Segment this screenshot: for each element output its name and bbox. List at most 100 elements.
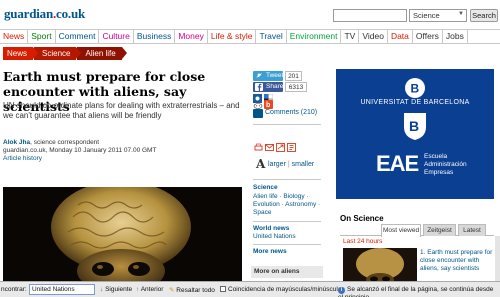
most-viewed-thumbnail[interactable] (343, 248, 417, 282)
breadcrumb-science[interactable]: Science (34, 47, 83, 60)
text-size-separator: | (287, 161, 290, 168)
reddit-icon[interactable] (253, 100, 263, 109)
svg-text:B: B (409, 118, 419, 134)
divider (253, 179, 321, 180)
logo-tld: co.uk (56, 6, 86, 21)
search-button[interactable]: Search (470, 9, 498, 22)
university-crest-icon: B (404, 113, 426, 140)
nav-item-sport[interactable]: Sport (28, 30, 56, 43)
logo-main: guardian (4, 6, 53, 21)
share-icon[interactable] (276, 143, 285, 152)
find-input[interactable]: United Nations (29, 284, 95, 295)
text-larger-link[interactable]: larger (268, 161, 286, 168)
nav-item-business[interactable]: Business (134, 30, 176, 43)
ad-university-name: UNIVERSITAT DE BARCELONA (360, 99, 470, 106)
article-history-link[interactable]: Article history (3, 155, 243, 163)
ad-logo-sub-line: Escuela (424, 153, 448, 160)
ad-logo-subtitle: Escuela Administración Empresas (424, 153, 467, 177)
nav-item-offers[interactable]: Offers (413, 30, 443, 43)
info-icon: i (338, 287, 345, 294)
svg-text:B: B (411, 82, 420, 96)
period-label: Last 24 hours (343, 238, 383, 245)
nav-item-jobs[interactable]: Jobs (443, 30, 468, 43)
email-icon[interactable] (265, 143, 274, 152)
most-viewed-title[interactable]: Earth must prepare for close encounter w… (420, 249, 492, 272)
article-main-image (3, 187, 242, 282)
facebook-icon (255, 83, 263, 91)
science-section-link[interactable]: Science (253, 184, 278, 191)
breadcrumb-alien-life[interactable]: Alien life (77, 47, 128, 60)
on-science-heading: On Science (340, 214, 384, 223)
svg-text:b: b (266, 102, 270, 109)
tab-most-viewed[interactable]: Most viewed (381, 224, 421, 237)
text-smaller-link[interactable]: smaller (292, 161, 315, 168)
most-viewed-rank: 1. (420, 249, 426, 256)
twitter-bird-icon (256, 73, 262, 78)
nav-item-culture[interactable]: Culture (99, 30, 134, 43)
find-previous-label: Anterior (140, 286, 164, 293)
nav-item-environment[interactable]: Environment (287, 30, 342, 43)
ad-logo-sub-line: Empresas (424, 169, 454, 176)
ad-logo-text: EAE (376, 151, 419, 176)
facebook-share-count: 6313 (285, 82, 307, 92)
match-case-label: Coincidencia de mayúsculas/minúsculas (228, 286, 345, 293)
divider (253, 244, 321, 245)
tab-latest[interactable]: Latest (458, 224, 486, 236)
alien-illustration (3, 187, 242, 282)
search-input[interactable] (333, 9, 407, 22)
article-standfirst: UN should co-ordinate plans for dealing … (3, 101, 240, 120)
find-label: ncontrar: (1, 286, 27, 293)
nav-item-life-style[interactable]: Life & style (208, 30, 257, 43)
search-scope-select[interactable]: Science ▼ (409, 9, 467, 22)
guardian-logo[interactable]: guardian.co.uk (4, 6, 85, 22)
highlight-all-button[interactable]: ✎ Resaltar todo (169, 286, 215, 294)
stumbleupon-icon[interactable]: b (264, 100, 273, 109)
text-size-icon: A (256, 157, 266, 171)
united-nations-keyword[interactable]: United Nations (253, 233, 321, 241)
highlight-all-label: Resaltar todo (176, 287, 215, 294)
nav-item-video[interactable]: Video (359, 30, 388, 43)
find-next-button[interactable]: ↓ Siguiente (100, 286, 132, 293)
facebook-share-label: Share (266, 83, 284, 90)
world-news-link[interactable]: World news (253, 225, 289, 232)
clip-icon[interactable] (287, 143, 296, 152)
science-keywords[interactable]: Alien life · Biology · Evolution · Astro… (253, 193, 321, 217)
most-viewed-item[interactable]: 1. Earth must prepare for close encounte… (420, 249, 496, 273)
nav-item-data[interactable]: Data (388, 30, 413, 43)
ad-logo-sub-line: Administración (424, 161, 467, 168)
find-previous-button[interactable]: ↑ Anterior (136, 286, 163, 293)
find-status-text: Se alcanzó el final de la página, se con… (338, 286, 494, 297)
nav-item-tv[interactable]: TV (341, 30, 360, 43)
print-icon[interactable] (254, 143, 263, 152)
section-nav: News Sport Comment Culture Business Money Life… (0, 29, 500, 44)
breadcrumb-news[interactable]: News (3, 47, 39, 60)
match-case-checkbox[interactable] (220, 286, 226, 292)
tweet-label: Tweet (266, 72, 284, 79)
more-news-link[interactable]: More news (253, 248, 287, 255)
tweet-count: 201 (285, 71, 302, 81)
find-status: i Se alcanzó el final de la página, se co… (338, 286, 500, 297)
comments-link[interactable]: Comments (210) (265, 109, 317, 116)
divider (253, 124, 321, 125)
advertisement-banner[interactable]: B UNIVERSITAT DE BARCELONA B EAE Escuela… (336, 69, 494, 199)
more-on-aliens-heading: More on aliens (251, 266, 323, 278)
masthead: guardian.co.uk Science ▼ Search (0, 0, 500, 26)
text-size-controls: larger | smaller (268, 161, 314, 168)
on-science-tabs: Most viewed Zeitgeist Latest (340, 224, 494, 237)
nav-item-news[interactable]: News (0, 30, 29, 43)
divider (253, 221, 321, 222)
nav-item-comment[interactable]: Comment (56, 30, 100, 43)
match-case-toggle[interactable]: Coincidencia de mayúsculas/minúsculas (220, 286, 345, 293)
tab-zeitgeist[interactable]: Zeitgeist (423, 224, 456, 236)
find-next-label: Siguiente (105, 286, 133, 293)
scrollbar[interactable] (495, 236, 500, 281)
article-byline: Alok Jha, science correspondent guardian… (3, 139, 243, 163)
university-seal-icon: B (405, 78, 425, 98)
article-dateline: guardian.co.uk, Monday 10 January 2011 0… (3, 147, 157, 154)
comments-icon (253, 109, 263, 118)
find-bar: ncontrar: United Nations ↓ Siguiente ↑ A… (0, 281, 500, 297)
nav-item-travel[interactable]: Travel (256, 30, 287, 43)
breadcrumb: News Science Alien life (3, 47, 128, 60)
author-link[interactable]: Alok Jha (3, 139, 30, 146)
nav-item-money[interactable]: Money (175, 30, 208, 43)
